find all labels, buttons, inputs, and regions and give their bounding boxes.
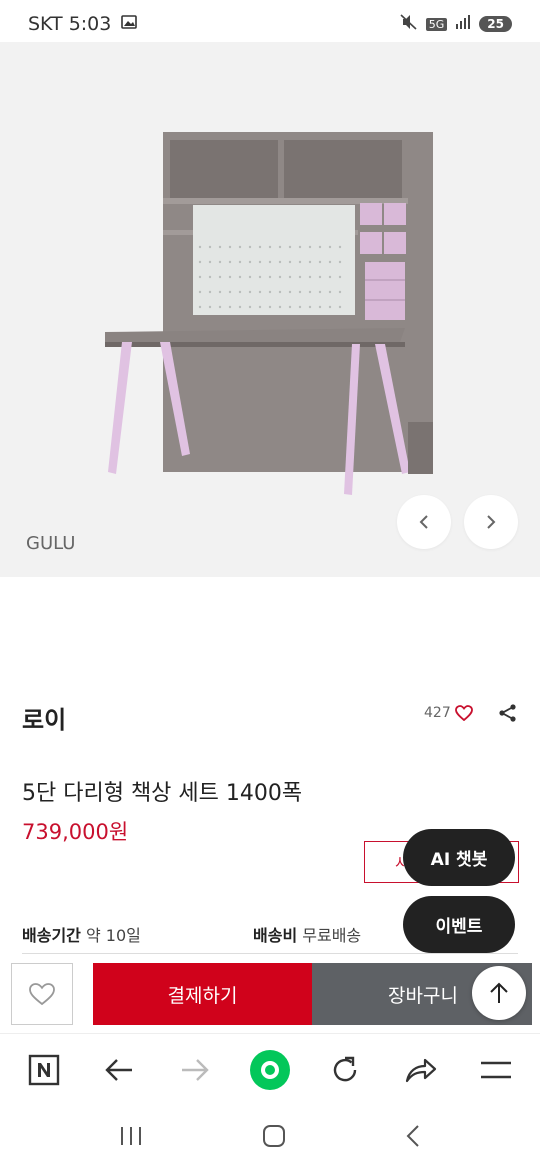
share-icon bbox=[499, 704, 516, 722]
like-count: 427 bbox=[424, 705, 451, 721]
menu-icon bbox=[481, 1061, 512, 1078]
home-icon bbox=[262, 1124, 285, 1147]
arrow-up-icon bbox=[490, 982, 508, 1003]
battery-indicator: 25 bbox=[479, 16, 512, 32]
product-image-carousel[interactable]: GULU bbox=[0, 42, 540, 577]
recent-apps-icon bbox=[121, 1126, 142, 1145]
heart-icon bbox=[454, 705, 473, 721]
status-bar: SKT 5:03 5G 25 bbox=[0, 0, 540, 48]
brand-watermark: GULU bbox=[26, 533, 76, 554]
gallery-notification-icon bbox=[121, 13, 138, 35]
share-forward-button[interactable] bbox=[391, 1040, 451, 1100]
carrier-time: SKT 5:03 bbox=[28, 13, 112, 35]
chevron-left-icon bbox=[419, 515, 428, 529]
shipping-period-value: 약 10일 bbox=[85, 926, 141, 945]
forward-arrow-icon bbox=[181, 1058, 209, 1081]
shipping-fee: 배송비 무료배송 bbox=[253, 922, 361, 946]
desk-product-image bbox=[105, 132, 433, 495]
shipping-fee-label: 배송비 bbox=[253, 926, 298, 945]
green-dot-button[interactable] bbox=[240, 1040, 300, 1100]
ai-chatbot-button[interactable]: AI 챗봇 bbox=[403, 829, 515, 886]
refresh-button[interactable] bbox=[315, 1040, 375, 1100]
home-button[interactable] bbox=[261, 1123, 287, 1153]
heart-outline-icon bbox=[29, 983, 55, 1006]
share-forward-icon bbox=[405, 1058, 436, 1082]
shop-name[interactable]: 로이 bbox=[22, 700, 66, 735]
wishlist-button[interactable] bbox=[11, 963, 73, 1025]
shipping-period-label: 배송기간 bbox=[22, 926, 81, 945]
checkout-button[interactable]: 결제하기 bbox=[93, 963, 312, 1025]
recent-apps-button[interactable] bbox=[118, 1124, 144, 1152]
naver-home-icon bbox=[28, 1054, 59, 1085]
product-title: 5단 다리형 책상 세트 1400폭 bbox=[22, 781, 303, 806]
prev-image-button[interactable] bbox=[397, 495, 451, 549]
mute-icon bbox=[400, 14, 418, 34]
scroll-to-top-button[interactable] bbox=[472, 966, 526, 1020]
naver-home-button[interactable] bbox=[14, 1040, 74, 1100]
event-button[interactable]: 이벤트 bbox=[403, 896, 515, 953]
chevron-left-icon bbox=[406, 1124, 419, 1147]
share-button[interactable] bbox=[498, 703, 518, 727]
system-back-button[interactable] bbox=[404, 1123, 422, 1153]
next-image-button[interactable] bbox=[464, 495, 518, 549]
refresh-icon bbox=[334, 1056, 357, 1081]
signal-icon bbox=[455, 15, 471, 33]
chevron-right-icon bbox=[487, 515, 496, 529]
shipping-period: 배송기간 약 10일 bbox=[22, 922, 141, 946]
divider bbox=[22, 953, 518, 954]
green-dot-icon bbox=[249, 1049, 290, 1090]
forward-button[interactable] bbox=[165, 1040, 225, 1100]
back-arrow-icon bbox=[105, 1058, 133, 1081]
shipping-fee-value: 무료배송 bbox=[302, 926, 362, 945]
network-label: 5G bbox=[425, 17, 448, 31]
product-price: 739,000원 bbox=[22, 820, 129, 844]
browser-toolbar bbox=[0, 1033, 540, 1105]
purchase-bar: 결제하기 장바구니 bbox=[0, 961, 540, 1031]
like-button[interactable]: 427 bbox=[424, 705, 473, 721]
menu-button[interactable] bbox=[466, 1040, 526, 1100]
back-button[interactable] bbox=[89, 1040, 149, 1100]
android-navigation-bar bbox=[0, 1105, 540, 1170]
